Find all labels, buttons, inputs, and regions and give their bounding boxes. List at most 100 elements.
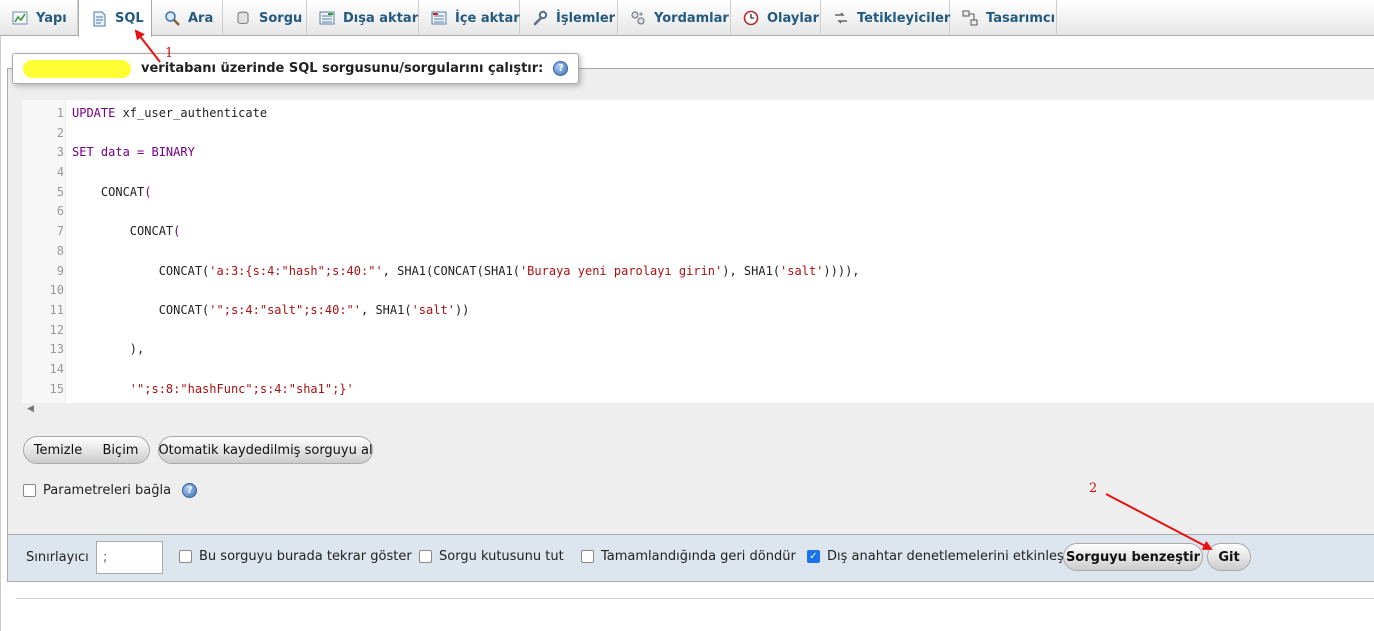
code-text: CONCAT( xyxy=(72,183,152,203)
keep-query-box-label: Sorgu kutusunu tut xyxy=(439,549,564,564)
tab-label: Tetikleyiciler xyxy=(857,10,951,26)
query-legend: veritabanı üzerinde SQL sorgusunu/sorgul… xyxy=(12,53,580,84)
code-token: CONCAT( xyxy=(72,302,210,317)
tab-label: Yordamlar xyxy=(654,10,729,26)
bind-parameters-label: Parametreleri bağla xyxy=(43,483,172,498)
tab-triggers[interactable]: Tetikleyiciler xyxy=(821,0,950,36)
line-number: 15 xyxy=(49,381,64,396)
rollback-label: Tamamlandığında geri döndür xyxy=(601,549,796,564)
code-token: CONCAT( xyxy=(72,263,210,278)
tab-structure[interactable]: Yapı xyxy=(0,0,78,36)
tab-label: Olaylar xyxy=(767,10,819,26)
rollback-option[interactable]: Tamamlandığında geri döndür xyxy=(581,549,796,564)
tab-events[interactable]: Olaylar xyxy=(731,0,821,36)
tab-label: Yapı xyxy=(36,10,67,26)
annotation-number-2: 2 xyxy=(1089,481,1098,496)
tab-query[interactable]: Sorgu xyxy=(223,0,307,36)
code-line: 10 xyxy=(22,281,1374,301)
code-text: SET data = BINARY xyxy=(72,143,195,163)
tab-import[interactable]: İçe aktar xyxy=(419,0,520,36)
code-token: ), SHA1( xyxy=(722,263,781,278)
tab-operations[interactable]: İşlemler xyxy=(520,0,618,36)
tab-label: Ara xyxy=(188,10,214,26)
code-token: 'a:3:{s:4:"hash";s:40:"' xyxy=(209,263,383,278)
show-query-again-label: Bu sorguyu burada tekrar göster xyxy=(199,549,412,564)
structure-icon xyxy=(12,11,28,25)
tab-label: İşlemler xyxy=(556,10,616,26)
help-icon[interactable]: ? xyxy=(182,483,198,498)
code-text: CONCAT('a:3:{s:4:"hash";s:40:"', SHA1(CO… xyxy=(72,262,860,282)
database-name-redacted xyxy=(23,59,131,78)
horizontal-scrollbar[interactable]: ◀ xyxy=(22,403,1374,419)
line-number: 2 xyxy=(56,125,64,140)
go-button[interactable]: Git xyxy=(1207,543,1251,571)
foreign-key-checks-option[interactable]: ✓ Dış anahtar denetlemelerini etkinleşti… xyxy=(807,549,1078,564)
code-token: '";s:4:"salt";s:40:"' xyxy=(209,302,361,317)
tab-search[interactable]: Ara xyxy=(152,0,223,36)
code-token: 'salt' xyxy=(780,263,824,278)
code-text: ), xyxy=(72,340,144,360)
routines-icon xyxy=(631,11,645,25)
keep-query-box-option[interactable]: Sorgu kutusunu tut xyxy=(419,549,564,564)
code-line: 14 xyxy=(22,360,1374,380)
export-icon xyxy=(319,11,335,25)
code-token: xf_user_authenticate xyxy=(115,106,268,120)
code-token: UPDATE xyxy=(72,106,116,120)
code-token: CONCAT xyxy=(72,184,145,199)
line-number: 11 xyxy=(49,302,64,317)
code-line: 6 xyxy=(22,202,1374,222)
format-button-label: Biçim xyxy=(102,442,139,458)
rollback-checkbox[interactable] xyxy=(581,550,594,563)
bind-parameters-option[interactable]: Parametreleri bağla ? xyxy=(23,483,198,498)
page-divider xyxy=(16,598,1374,599)
keep-query-box-checkbox[interactable] xyxy=(419,550,432,563)
code-token: )))), xyxy=(823,263,860,278)
autosaved-query-button[interactable]: Otomatik kaydedilmiş sorguyu al xyxy=(158,436,373,464)
show-query-again-option[interactable]: Bu sorguyu burada tekrar göster xyxy=(179,549,412,564)
line-number: 7 xyxy=(56,224,64,239)
go-button-label: Git xyxy=(1218,549,1240,565)
code-token: ), xyxy=(72,342,145,357)
foreign-key-checks-checkbox[interactable]: ✓ xyxy=(807,550,820,563)
code-line: 13 ), xyxy=(22,340,1374,360)
tab-bar: Yapı SQL Ara Sorgu Dışa aktar İçe aktar … xyxy=(0,0,1374,37)
code-line: 9 CONCAT('a:3:{s:4:"hash";s:40:"', SHA1(… xyxy=(22,262,1374,282)
simulate-query-button-label: Sorguyu benzeştir xyxy=(1065,549,1201,565)
bind-parameters-checkbox[interactable] xyxy=(23,484,36,497)
tab-export[interactable]: Dışa aktar xyxy=(307,0,419,36)
foreign-key-checks-label: Dış anahtar denetlemelerini etkinleştir xyxy=(827,549,1078,564)
line-number: 13 xyxy=(49,342,64,357)
format-button[interactable]: Biçim xyxy=(92,436,150,464)
scroll-left-arrow-icon[interactable]: ◀ xyxy=(27,404,34,414)
show-query-again-checkbox[interactable] xyxy=(179,550,192,563)
code-line: 4 xyxy=(22,163,1374,183)
code-line: 1 UPDATE xf_user_authenticate xyxy=(22,104,1374,124)
line-number: 10 xyxy=(49,283,64,298)
autosaved-query-button-label: Otomatik kaydedilmiş sorguyu al xyxy=(158,442,373,458)
sql-icon xyxy=(93,11,106,26)
line-number: 14 xyxy=(49,361,64,376)
tab-label: İçe aktar xyxy=(455,10,520,26)
code-text: CONCAT( xyxy=(72,222,181,242)
clock-icon xyxy=(743,10,759,26)
tab-label: SQL xyxy=(115,11,144,26)
line-number: 4 xyxy=(56,165,64,180)
tab-label: Sorgu xyxy=(259,10,303,26)
clear-button[interactable]: Temizle xyxy=(23,436,93,464)
tab-label: Dışa aktar xyxy=(343,10,419,26)
sql-editor[interactable]: 1 UPDATE xf_user_authenticate 2 3 SET data =… xyxy=(22,100,1374,419)
tab-routines[interactable]: Yordamlar xyxy=(618,0,731,36)
code-text: CONCAT('";s:4:"salt";s:40:"', SHA1('salt… xyxy=(72,301,470,321)
tab-sql[interactable]: SQL xyxy=(78,0,152,37)
line-number: 5 xyxy=(56,184,64,199)
query-icon xyxy=(237,11,249,24)
delimiter-input[interactable] xyxy=(96,541,163,574)
code-line: 7 CONCAT( xyxy=(22,222,1374,242)
code-line: 5 CONCAT( xyxy=(22,183,1374,203)
tab-designer[interactable]: Tasarımcı xyxy=(950,0,1057,36)
code-line: 11 CONCAT('";s:4:"salt";s:40:"', SHA1('s… xyxy=(22,301,1374,321)
annotation-number-1: 1 xyxy=(165,46,174,61)
simulate-query-button[interactable]: Sorguyu benzeştir xyxy=(1063,543,1203,571)
code-token: 'salt' xyxy=(411,302,455,317)
help-icon[interactable]: ? xyxy=(553,61,569,76)
